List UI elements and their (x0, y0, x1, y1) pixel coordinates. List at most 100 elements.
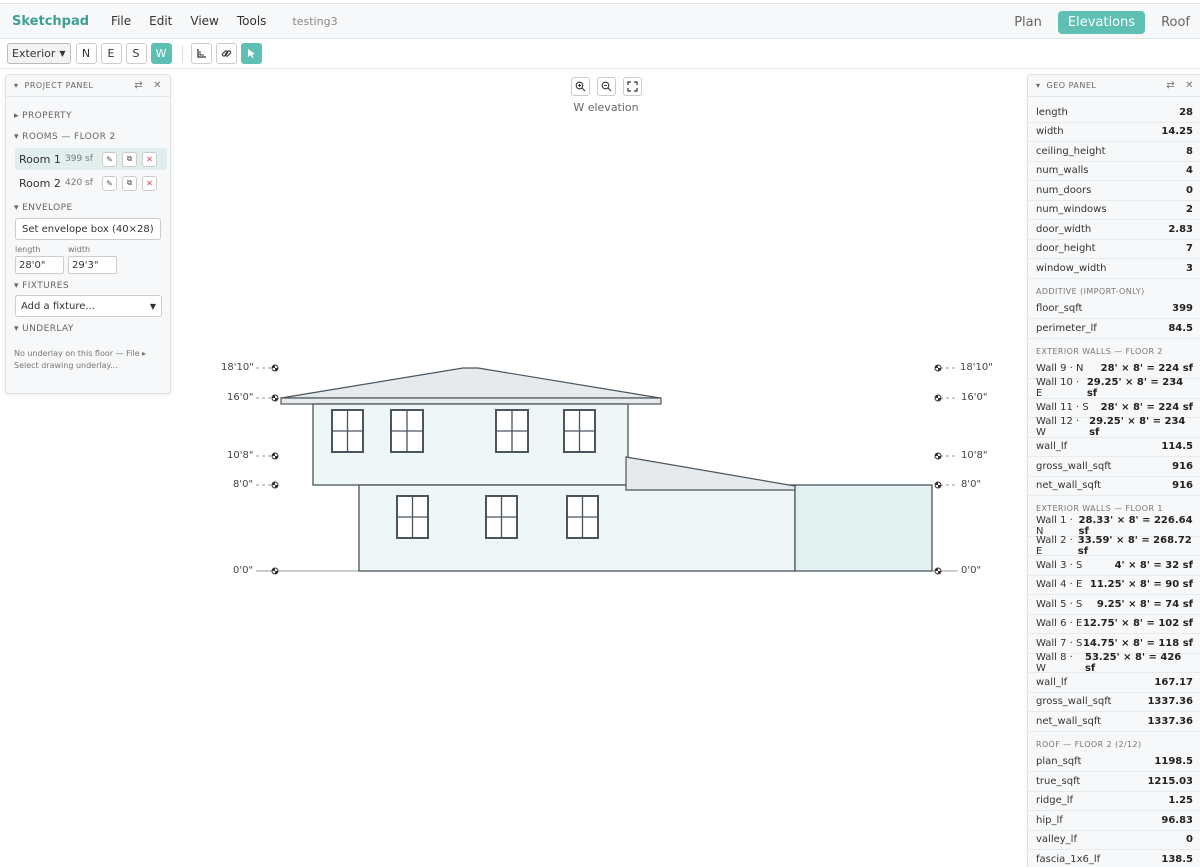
geo-row-key: hip_lf (1036, 814, 1063, 826)
geo-row-key: Wall 6 · E (1036, 618, 1083, 630)
geo-row-key: floor_sqft (1036, 303, 1083, 315)
geo-row-value: 53.25' × 8' = 426 sf (1084, 651, 1182, 674)
swap-icon[interactable]: ⇄ (1166, 80, 1175, 91)
geo-row: net_wall_sqft 916 (1028, 477, 1200, 496)
geo-row-key: Wall 3 · S (1036, 559, 1083, 571)
geo-row-value: 3 (1186, 262, 1193, 274)
geo-row-value: 1198.5 (1154, 756, 1193, 768)
geo-row: width 14.25 (1028, 123, 1200, 142)
geo-row: Wall 5 · S 9.25' × 8' = 74 sf (1028, 595, 1200, 615)
geo-row-key: Wall 10 · E (1036, 377, 1080, 400)
geo-row: window_width 3 (1028, 259, 1200, 279)
geo-row-key: ceiling_height (1036, 145, 1106, 157)
geo-row: plan_sqft 1198.5 (1028, 753, 1200, 772)
geo-panel-title: GEO PANEL (1046, 81, 1097, 90)
geo-row-value: 12.75' × 8' = 102 sf (1082, 618, 1193, 630)
geo-row-value: 1215.03 (1147, 775, 1193, 787)
geo-section-title: ADDITIVE (IMPORT-ONLY) (1036, 286, 1145, 296)
window[interactable] (495, 409, 529, 453)
geo-row-value: 29.25' × 8' = 234 sf (1089, 416, 1186, 439)
tab-roof[interactable]: Roof (1151, 11, 1200, 34)
close-icon[interactable]: ✕ (1185, 80, 1194, 91)
geo-row-key: Wall 9 · N (1036, 363, 1084, 375)
geo-row: Wall 4 · E 11.25' × 8' = 90 sf (1028, 576, 1200, 595)
level-label-right: 8'0" (961, 479, 982, 490)
geo-row: valley_lf 0 (1028, 831, 1200, 850)
geo-row-value: 167.17 (1154, 676, 1193, 688)
geo-row-key: perimeter_lf (1036, 322, 1097, 334)
geo-row-key: width (1036, 126, 1064, 138)
geo-row-value: 2 (1186, 204, 1193, 216)
geo-section-title: EXTERIOR WALLS — FLOOR 1 (1036, 504, 1163, 513)
garage-wall[interactable] (794, 484, 933, 572)
geo-row-value: 28' × 8' = 224 sf (1100, 402, 1193, 414)
geo-row: num_windows 2 (1028, 201, 1200, 220)
geo-row: Wall 9 · N 28' × 8' = 224 sf (1028, 360, 1200, 379)
geo-row-value: 1337.36 (1147, 715, 1193, 727)
collapse-icon[interactable]: ▾ (1036, 81, 1041, 90)
window[interactable] (396, 495, 429, 539)
level-label-left: 10'8" (227, 450, 254, 461)
window[interactable] (390, 409, 424, 453)
geo-section-title: EXTERIOR WALLS — FLOOR 2 (1036, 346, 1163, 356)
geo-row: length 28 (1028, 103, 1200, 123)
tab-elevations[interactable]: Elevations (1057, 10, 1146, 34)
window[interactable] (331, 409, 364, 453)
upper-roof[interactable] (280, 367, 661, 399)
geo-row-key: Wall 5 · S (1036, 598, 1083, 610)
geo-row: hip_lf 96.83 (1028, 811, 1200, 831)
window[interactable] (563, 409, 596, 453)
geo-row-value: 916 (1172, 460, 1193, 472)
view-switcher: Plan Elevations Roof (998, 4, 1200, 40)
geo-row-key: num_windows (1036, 204, 1107, 216)
lower-windows (396, 495, 599, 539)
geo-row: fascia_1x6_lf 138.5 (1028, 850, 1200, 867)
geo-row-key: ridge_lf (1036, 795, 1074, 807)
geo-row-value: 28' × 8' = 224 sf (1100, 363, 1193, 375)
geo-row: wall_lf 167.17 (1028, 673, 1200, 693)
geo-row-key: true_sqft (1036, 775, 1081, 787)
geo-row-value: 96.83 (1161, 814, 1193, 826)
geo-row-key: door_width (1036, 223, 1092, 235)
geo-row-key: valley_lf (1036, 834, 1077, 846)
roof-fascia (280, 397, 662, 405)
geo-row: gross_wall_sqft 916 (1028, 457, 1200, 477)
geo-row-value: 4' × 8' = 32 sf (1114, 559, 1193, 571)
level-label-right: 18'10" (960, 362, 993, 373)
geo-row: Wall 6 · E 12.75' × 8' = 102 sf (1028, 615, 1200, 634)
geo-row-key: window_width (1036, 262, 1107, 274)
window[interactable] (566, 495, 599, 539)
geo-row-key: gross_wall_sqft (1036, 460, 1112, 472)
geo-row: Wall 3 · S 4' × 8' = 32 sf (1028, 556, 1200, 576)
geo-row-value: 9.25' × 8' = 74 sf (1096, 598, 1193, 610)
geo-row-key: wall_lf (1036, 441, 1068, 453)
geo-row-value: 1.25 (1168, 795, 1193, 807)
level-label-right: 0'0" (961, 565, 982, 576)
geo-row-key: length (1036, 106, 1068, 118)
geo-row-value: 7 (1186, 243, 1193, 255)
geo-row-value: 0 (1186, 184, 1193, 196)
geo-row: ridge_lf 1.25 (1028, 792, 1200, 811)
geo-row: Wall 2 · E 33.59' × 8' = 268.72 sf (1028, 535, 1200, 557)
level-label-left: 8'0" (233, 479, 254, 490)
geo-row-value: 84.5 (1168, 322, 1193, 334)
geo-row-value: 8 (1186, 145, 1193, 157)
geo-row-key: Wall 8 · W (1036, 651, 1073, 674)
geo-panel: ▾ GEO PANEL ⇄ ✕ length 28 width 14.25 ceilin… (1027, 74, 1200, 867)
geo-row-key: net_wall_sqft (1036, 715, 1102, 727)
geo-row-key: num_doors (1036, 184, 1092, 196)
geo-row-key: net_wall_sqft (1036, 480, 1102, 492)
geo-row-value: 2.83 (1168, 223, 1193, 235)
geo-row-value: 4 (1186, 165, 1193, 177)
geo-row: floor_sqft 399 (1028, 300, 1200, 319)
geo-row: Wall 10 · E 29.25' × 8' = 234 sf (1028, 377, 1200, 400)
geo-row: door_height 7 (1028, 240, 1200, 259)
shed-roof[interactable] (625, 456, 796, 491)
geo-row-key: door_height (1036, 243, 1096, 255)
geo-row: Wall 7 · S 14.75' × 8' = 118 sf (1028, 634, 1200, 654)
geo-row: Wall 1 · N 28.33' × 8' = 226.64 sf (1028, 515, 1200, 537)
geo-row-value: 399 (1172, 303, 1193, 315)
geo-row-value: 29.25' × 8' = 234 sf (1086, 377, 1184, 400)
window[interactable] (485, 495, 518, 539)
level-label-right: 10'8" (961, 450, 988, 461)
